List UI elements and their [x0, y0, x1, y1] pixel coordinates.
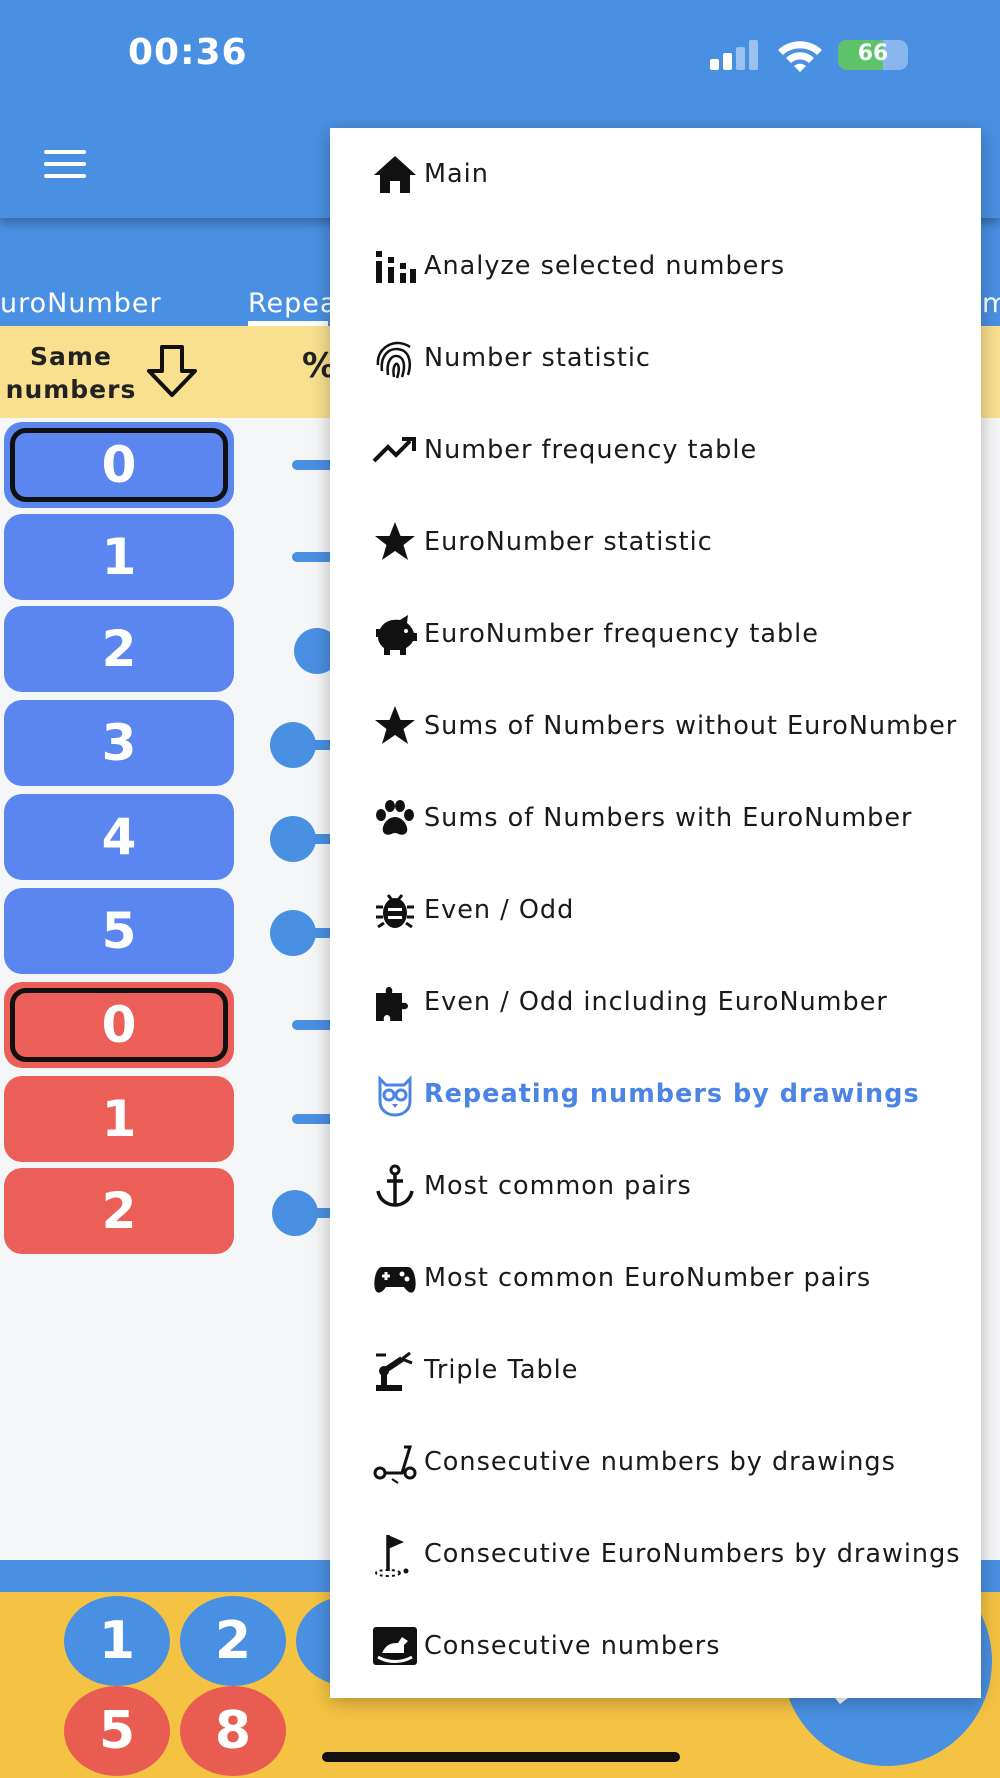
- paw-icon: [376, 800, 414, 835]
- row-same-1[interactable]: 1: [4, 514, 234, 600]
- same-numbers-header[interactable]: Same numbers: [0, 340, 142, 406]
- golf-flag-icon: [375, 1535, 409, 1577]
- row-same-5[interactable]: 5: [4, 888, 234, 974]
- battery-icon: 66: [838, 40, 908, 70]
- row-euro-1[interactable]: 1: [4, 1076, 234, 1162]
- home-icon: [374, 156, 416, 193]
- menu-item-consecutive-euronumbers-by-drawings[interactable]: Consecutive EuroNumbers by drawings: [330, 1508, 981, 1600]
- tab-next[interactable]: m: [982, 288, 1000, 319]
- battery-level: 66: [857, 41, 889, 66]
- puzzle-icon: [376, 987, 408, 1021]
- trending-up-icon: [372, 437, 416, 463]
- row-same-0[interactable]: 0: [4, 422, 234, 508]
- menu-item-number-statistic[interactable]: Number statistic: [330, 312, 981, 404]
- owl-icon: [378, 1075, 412, 1117]
- row-same-4[interactable]: 4: [4, 794, 234, 880]
- robot-arm-icon: [376, 1351, 413, 1391]
- tab-repeating[interactable]: Repea: [248, 288, 337, 319]
- menu-item-repeating-numbers[interactable]: Repeating numbers by drawings: [330, 1048, 981, 1140]
- cellular-signal-icon: [710, 40, 762, 70]
- menu-item-sums-without-euronumber[interactable]: Sums of Numbers without EuroNumber: [330, 680, 981, 772]
- piggy-bank-icon: [376, 615, 417, 655]
- fingerprint-icon: [376, 341, 411, 379]
- bar-chart-icon: [376, 251, 416, 283]
- tab-euronumber[interactable]: uroNumber: [0, 288, 162, 319]
- menu-item-euronumber-statistic[interactable]: EuroNumber statistic: [330, 496, 981, 588]
- menu-item-analyze-selected-numbers[interactable]: Analyze selected numbers: [330, 220, 981, 312]
- number-ball[interactable]: 1: [64, 1596, 170, 1686]
- menu-item-euronumber-frequency-table[interactable]: EuroNumber frequency table: [330, 588, 981, 680]
- sort-down-arrow-icon[interactable]: [146, 344, 198, 398]
- status-time: 00:36: [128, 32, 248, 73]
- menu-item-most-common-pairs[interactable]: Most common pairs: [330, 1140, 981, 1232]
- euronumber-ball[interactable]: 5: [64, 1686, 170, 1776]
- row-same-3[interactable]: 3: [4, 700, 234, 786]
- menu-hamburger-icon[interactable]: [44, 150, 86, 178]
- home-indicator: [322, 1752, 680, 1762]
- menu-item-number-frequency-table[interactable]: Number frequency table: [330, 404, 981, 496]
- menu-item-most-common-euronumber-pairs[interactable]: Most common EuroNumber pairs: [330, 1232, 981, 1324]
- row-euro-2[interactable]: 2: [4, 1168, 234, 1254]
- navigation-menu: Main Analyze selected numbers Number sta…: [330, 128, 981, 1698]
- status-bar: 00:36 66: [0, 0, 1000, 110]
- menu-item-consecutive-numbers[interactable]: Consecutive numbers: [330, 1600, 981, 1692]
- menu-item-main[interactable]: Main: [330, 128, 981, 220]
- menu-item-sums-with-euronumber[interactable]: Sums of Numbers with EuroNumber: [330, 772, 981, 864]
- scooter-icon: [373, 1445, 417, 1484]
- star-icon: [375, 522, 415, 560]
- anchor-icon: [376, 1164, 414, 1207]
- row-same-2[interactable]: 2: [4, 606, 234, 692]
- menu-item-triple-table[interactable]: Triple Table: [330, 1324, 981, 1416]
- euronumber-ball[interactable]: 8: [180, 1686, 286, 1776]
- wifi-icon: [778, 41, 822, 72]
- menu-item-consecutive-numbers-by-drawings[interactable]: Consecutive numbers by drawings: [330, 1416, 981, 1508]
- star-icon: [375, 706, 415, 744]
- number-ball[interactable]: 2: [180, 1596, 286, 1686]
- row-euro-0[interactable]: 0: [4, 982, 234, 1068]
- gamepad-icon: [374, 1267, 416, 1293]
- menu-item-even-odd-including-euronumber[interactable]: Even / Odd including EuroNumber: [330, 956, 981, 1048]
- rocking-horse-icon: [373, 1627, 417, 1665]
- menu-item-even-odd[interactable]: Even / Odd: [330, 864, 981, 956]
- bug-icon: [376, 894, 414, 929]
